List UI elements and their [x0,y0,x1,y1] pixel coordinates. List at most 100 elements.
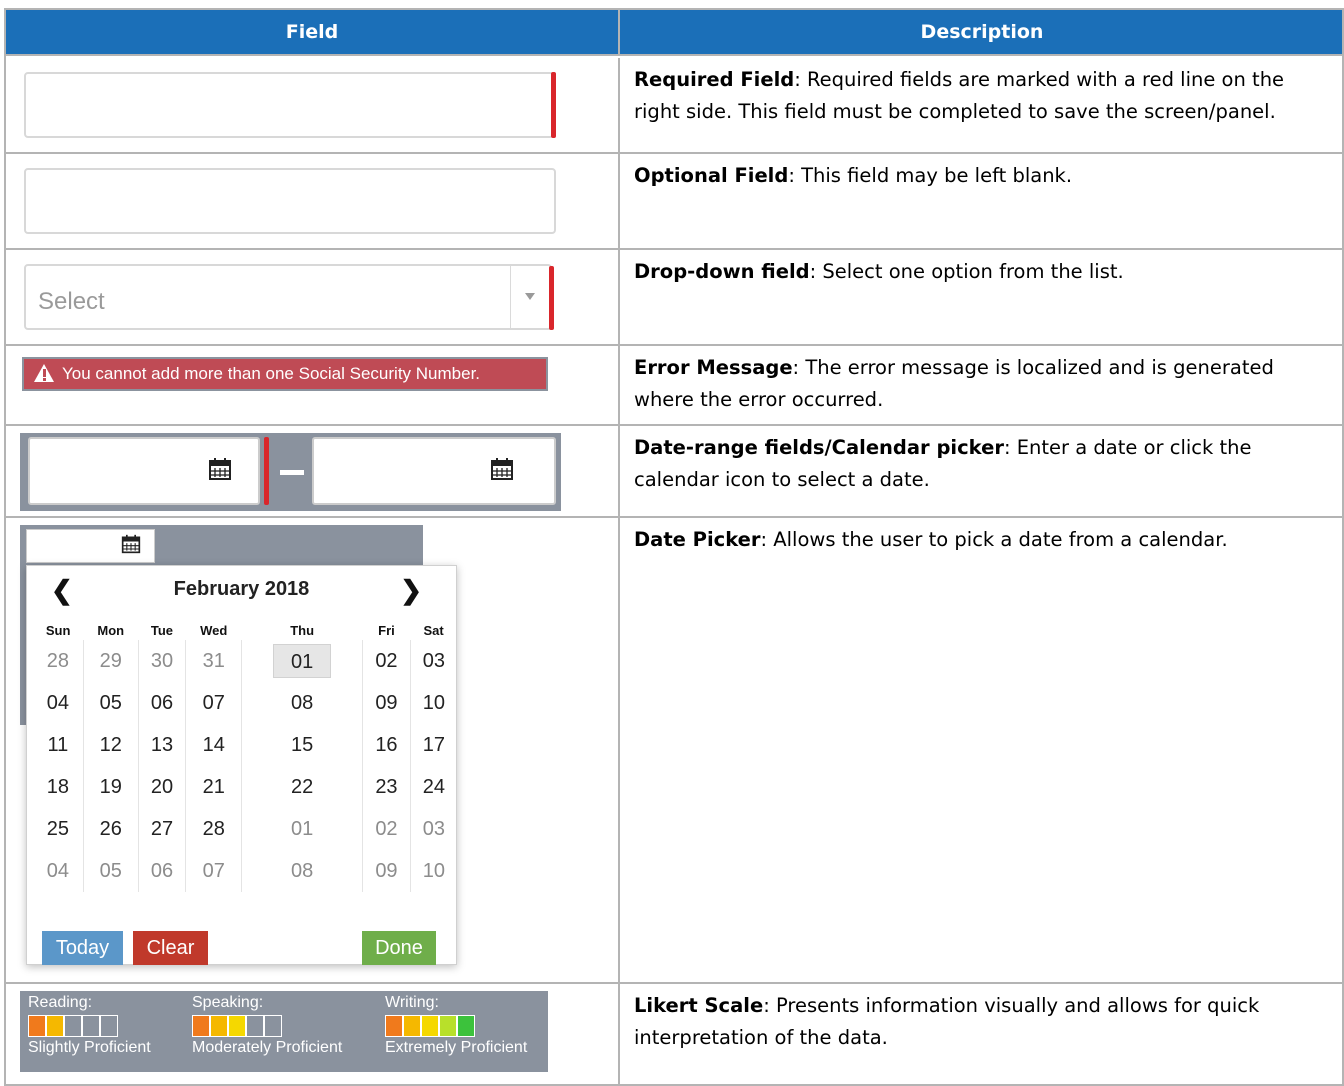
weekday-label: Sat [423,622,444,638]
required-marker [549,266,554,330]
likert-box [246,1015,264,1037]
calendar-day[interactable]: 03 [409,640,457,682]
description-cell: Date Picker: Allows the user to pick a d… [622,518,1342,982]
calendar-day[interactable]: 29 [82,640,139,682]
calendar-day[interactable]: 02 [362,640,411,682]
calendar-day[interactable]: 15 [241,724,363,766]
likert-box [421,1015,439,1037]
calendar-day[interactable]: 04 [33,850,83,892]
date-range-panel [20,433,561,511]
calendar-day[interactable]: 01 [241,808,363,850]
calendar-day[interactable]: 09 [362,850,411,892]
datepicker-popup: ❮ February 2018 ❯ Sun Mon Tue Wed Thu Fri Sat … [26,565,457,965]
calendar-day[interactable]: 01 [241,640,363,682]
calendar-day[interactable]: 09 [362,682,411,724]
likert-level: Moderately Proficient [192,1039,343,1056]
calendar-day[interactable]: 24 [409,766,457,808]
calendar-day[interactable]: 12 [82,724,139,766]
weekday-label: Wed [200,622,228,638]
term: Error Message [634,356,793,379]
description-cell: Optional Field: This field may be left b… [622,154,1342,248]
calendar-day[interactable]: 20 [137,766,186,808]
select-dropdown[interactable]: Select [24,264,552,330]
calendar-day[interactable]: 22 [241,766,363,808]
header-field: Field [6,10,620,54]
calendar-day[interactable]: 04 [33,682,83,724]
dropdown-caret-icon [525,293,535,300]
done-button[interactable]: Done [362,931,436,965]
likert-box [82,1015,100,1037]
field-reference-table: Field Description Required Field: Requir… [4,8,1344,1086]
table-row-daterange: Date-range fields/Calendar picker: Enter… [6,426,1342,518]
description-cell: Required Field: Required fields are mark… [622,58,1342,152]
likert-boxes [192,1015,282,1037]
term: Required Field [634,68,795,91]
calendar-day[interactable]: 26 [82,808,139,850]
calendar-day[interactable]: 16 [362,724,411,766]
likert-box [64,1015,82,1037]
optional-field-input[interactable] [24,168,556,234]
likert-label: Reading: [28,994,93,1011]
calendar-day[interactable]: 31 [185,640,242,682]
likert-scale-panel: Reading: Slightly Proficient Speaking: M… [20,991,548,1072]
required-marker [264,437,269,505]
month-label: February 2018 [173,578,310,600]
calendar-day[interactable]: 02 [362,808,411,850]
error-banner: You cannot add more than one Social Secu… [22,357,548,391]
calendar-day[interactable]: 08 [241,682,363,724]
required-field-input[interactable] [24,72,554,138]
table-row-error: You cannot add more than one Social Secu… [6,346,1342,426]
calendar-day[interactable]: 07 [185,682,242,724]
calendar-icon[interactable] [121,534,141,554]
calendar-day[interactable]: 17 [409,724,457,766]
calendar-day[interactable]: 07 [185,850,242,892]
calendar-day[interactable]: 30 [137,640,186,682]
calendar-icon[interactable] [208,457,232,481]
calendar-day[interactable]: 25 [33,808,83,850]
calendar-day[interactable]: 14 [185,724,242,766]
description-text: : This field may be left blank. [788,164,1073,187]
calendar-day[interactable]: 06 [137,682,186,724]
calendar-day[interactable]: 13 [137,724,186,766]
start-date-input[interactable] [28,437,260,505]
likert-level: Extremely Proficient [385,1039,528,1056]
date-input[interactable] [26,529,155,563]
likert-box [385,1015,403,1037]
calendar-day[interactable]: 05 [82,850,139,892]
description-cell: Error Message: The error message is loca… [622,346,1342,424]
today-button[interactable]: Today [42,931,123,965]
header-description: Description [920,21,1044,43]
calendar-day[interactable]: 03 [409,808,457,850]
calendar-day[interactable]: 10 [409,682,457,724]
warning-icon [34,364,54,382]
calendar-day[interactable]: 08 [241,850,363,892]
weekday-label: Fri [378,622,395,638]
calendar-day[interactable]: 23 [362,766,411,808]
likert-boxes [28,1015,118,1037]
calendar-day[interactable]: 06 [137,850,186,892]
likert-box [264,1015,282,1037]
range-separator [280,470,304,475]
term: Optional Field [634,164,789,187]
calendar-day[interactable]: 11 [33,724,83,766]
description-text: : Select one option from the list. [809,260,1124,283]
chevron-right-icon[interactable]: ❯ [400,577,422,603]
likert-box [28,1015,46,1037]
calendar-day[interactable]: 05 [82,682,139,724]
end-date-input[interactable] [312,437,556,505]
likert-box [210,1015,228,1037]
calendar-day[interactable]: 28 [33,640,83,682]
select-placeholder: Select [38,288,105,315]
calendar-day[interactable]: 27 [137,808,186,850]
calendar-day[interactable]: 18 [33,766,83,808]
calendar-day[interactable]: 28 [185,808,242,850]
clear-button[interactable]: Clear [133,931,208,965]
calendar-icon[interactable] [490,457,514,481]
calendar-grid: Sun Mon Tue Wed Thu Fri Sat 28 29 30 31 01 02 03 04 05… [33,620,457,892]
likert-box [192,1015,210,1037]
calendar-day[interactable]: 21 [185,766,242,808]
calendar-day[interactable]: 10 [409,850,457,892]
table-row-optional: Optional Field: This field may be left b… [6,154,1342,250]
calendar-day[interactable]: 19 [82,766,139,808]
weekday-label: Thu [290,622,315,638]
